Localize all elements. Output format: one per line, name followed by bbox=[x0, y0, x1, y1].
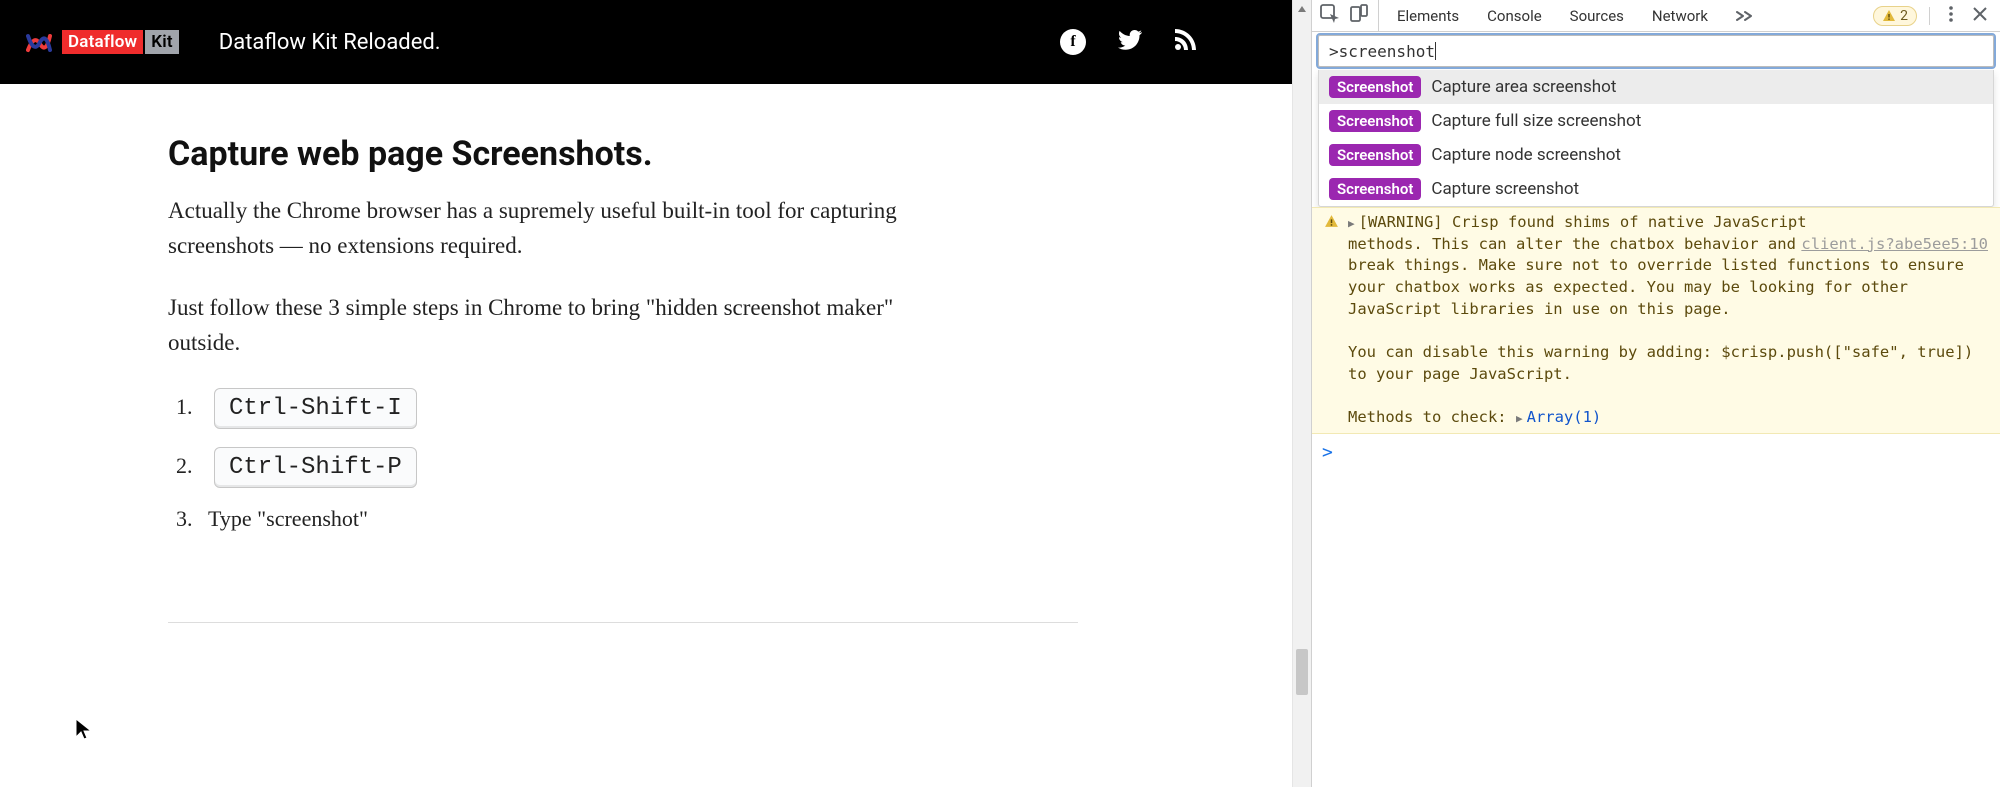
tab-console[interactable]: Console bbox=[1473, 0, 1556, 31]
warning-head: Crisp found shims of native JavaScript bbox=[1443, 213, 1807, 231]
suggestion-badge: Screenshot bbox=[1329, 110, 1421, 132]
twitter-icon[interactable] bbox=[1118, 30, 1142, 54]
devtools-menu-icon[interactable] bbox=[1942, 5, 1960, 27]
prompt-symbol: > bbox=[1322, 442, 1333, 463]
command-menu-text: >screenshot bbox=[1329, 42, 1435, 61]
weave-icon bbox=[26, 30, 52, 54]
suggestion-capture-full[interactable]: Screenshot Capture full size screenshot bbox=[1319, 104, 1993, 138]
console-prompt[interactable]: > bbox=[1312, 434, 2000, 471]
command-suggestions: Screenshot Capture area screenshot Scree… bbox=[1318, 70, 1994, 207]
command-menu-input[interactable]: >screenshot bbox=[1318, 35, 1994, 67]
suggestion-label: Capture full size screenshot bbox=[1431, 111, 1641, 131]
console-warning-message: ▶[WARNING] Crisp found shims of native J… bbox=[1348, 212, 1988, 429]
warning-detail-2: You can disable this warning by adding: … bbox=[1348, 342, 1988, 385]
steps-list: Ctrl-Shift-I Ctrl-Shift-P Type "screensh… bbox=[168, 388, 920, 532]
site-logo[interactable]: Dataflow Kit bbox=[26, 30, 179, 54]
warning-methods: Methods to check: ▶Array(1) bbox=[1348, 407, 1988, 429]
warning-tag: [WARNING] bbox=[1359, 213, 1443, 231]
devtools-panel: Elements Console Sources Network 2 >scre… bbox=[1311, 0, 2000, 787]
scroll-up-arrow[interactable] bbox=[1293, 0, 1311, 18]
step-3: Type "screenshot" bbox=[198, 506, 920, 532]
logo-text: Dataflow Kit bbox=[62, 30, 179, 54]
suggestion-label: Capture node screenshot bbox=[1431, 145, 1621, 165]
suggestion-capture-node[interactable]: Screenshot Capture node screenshot bbox=[1319, 138, 1993, 172]
text-caret bbox=[1435, 42, 1436, 60]
tab-sources[interactable]: Sources bbox=[1556, 0, 1638, 31]
devtools-toolbar: Elements Console Sources Network 2 bbox=[1312, 0, 2000, 32]
suggestion-label: Capture area screenshot bbox=[1431, 77, 1616, 97]
warning-triangle-icon bbox=[1322, 212, 1340, 429]
methods-label: Methods to check: bbox=[1348, 408, 1516, 426]
toolbar-separator bbox=[1929, 7, 1930, 25]
suggestion-badge: Screenshot bbox=[1329, 76, 1421, 98]
suggestion-capture-screenshot[interactable]: Screenshot Capture screenshot bbox=[1319, 172, 1993, 206]
devtools-tabs: Elements Console Sources Network bbox=[1383, 0, 1768, 31]
site-title[interactable]: Dataflow Kit Reloaded. bbox=[219, 30, 441, 55]
scrollbar-thumb[interactable] bbox=[1296, 649, 1308, 695]
devtools-left-icons bbox=[1320, 0, 1379, 31]
social-links: f bbox=[1060, 29, 1266, 55]
console-output: ▶[WARNING] Crisp found shims of native J… bbox=[1312, 207, 2000, 787]
kbd-shortcut-2: Ctrl-Shift-P bbox=[214, 447, 417, 488]
mouse-cursor-icon bbox=[75, 718, 93, 746]
tab-elements[interactable]: Elements bbox=[1383, 0, 1473, 31]
tab-network[interactable]: Network bbox=[1638, 0, 1722, 31]
tab-more-icon[interactable] bbox=[1722, 0, 1768, 31]
devtools-close-icon[interactable] bbox=[1968, 6, 1992, 26]
array-link[interactable]: Array(1) bbox=[1527, 408, 1602, 426]
devtools-right-controls: 2 bbox=[1873, 5, 1992, 27]
facebook-icon[interactable]: f bbox=[1060, 29, 1086, 55]
article-body: Capture web page Screenshots. Actually t… bbox=[0, 84, 920, 623]
suggestion-badge: Screenshot bbox=[1329, 178, 1421, 200]
device-toolbar-icon[interactable] bbox=[1350, 4, 1368, 28]
rss-icon[interactable] bbox=[1174, 29, 1196, 55]
source-link[interactable]: client.js?abe5ee5:10 bbox=[1801, 234, 1988, 256]
expand-triangle-icon[interactable]: ▶ bbox=[1348, 217, 1359, 230]
kbd-shortcut-1: Ctrl-Shift-I bbox=[214, 388, 417, 429]
warnings-count: 2 bbox=[1900, 8, 1908, 24]
divider bbox=[168, 622, 1078, 623]
suggestion-badge: Screenshot bbox=[1329, 144, 1421, 166]
suggestion-capture-area[interactable]: Screenshot Capture area screenshot bbox=[1319, 70, 1993, 104]
inspect-element-icon[interactable] bbox=[1320, 4, 1340, 28]
step-2: Ctrl-Shift-P bbox=[198, 447, 920, 488]
article-heading: Capture web page Screenshots. bbox=[168, 134, 920, 174]
expand-triangle-icon[interactable]: ▶ bbox=[1516, 412, 1527, 425]
console-warning: ▶[WARNING] Crisp found shims of native J… bbox=[1312, 207, 2000, 434]
article-paragraph-2: Just follow these 3 simple steps in Chro… bbox=[168, 291, 920, 360]
logo-word-kit: Kit bbox=[145, 30, 179, 54]
warnings-count-pill[interactable]: 2 bbox=[1873, 6, 1917, 26]
page-pane: Dataflow Kit Dataflow Kit Reloaded. f Ca… bbox=[0, 0, 1292, 787]
step-1: Ctrl-Shift-I bbox=[198, 388, 920, 429]
site-header: Dataflow Kit Dataflow Kit Reloaded. f bbox=[0, 0, 1292, 84]
suggestion-label: Capture screenshot bbox=[1431, 179, 1579, 199]
article-paragraph-1: Actually the Chrome browser has a suprem… bbox=[168, 194, 920, 263]
logo-word-dataflow: Dataflow bbox=[62, 30, 143, 54]
vertical-scrollbar[interactable] bbox=[1292, 0, 1311, 787]
